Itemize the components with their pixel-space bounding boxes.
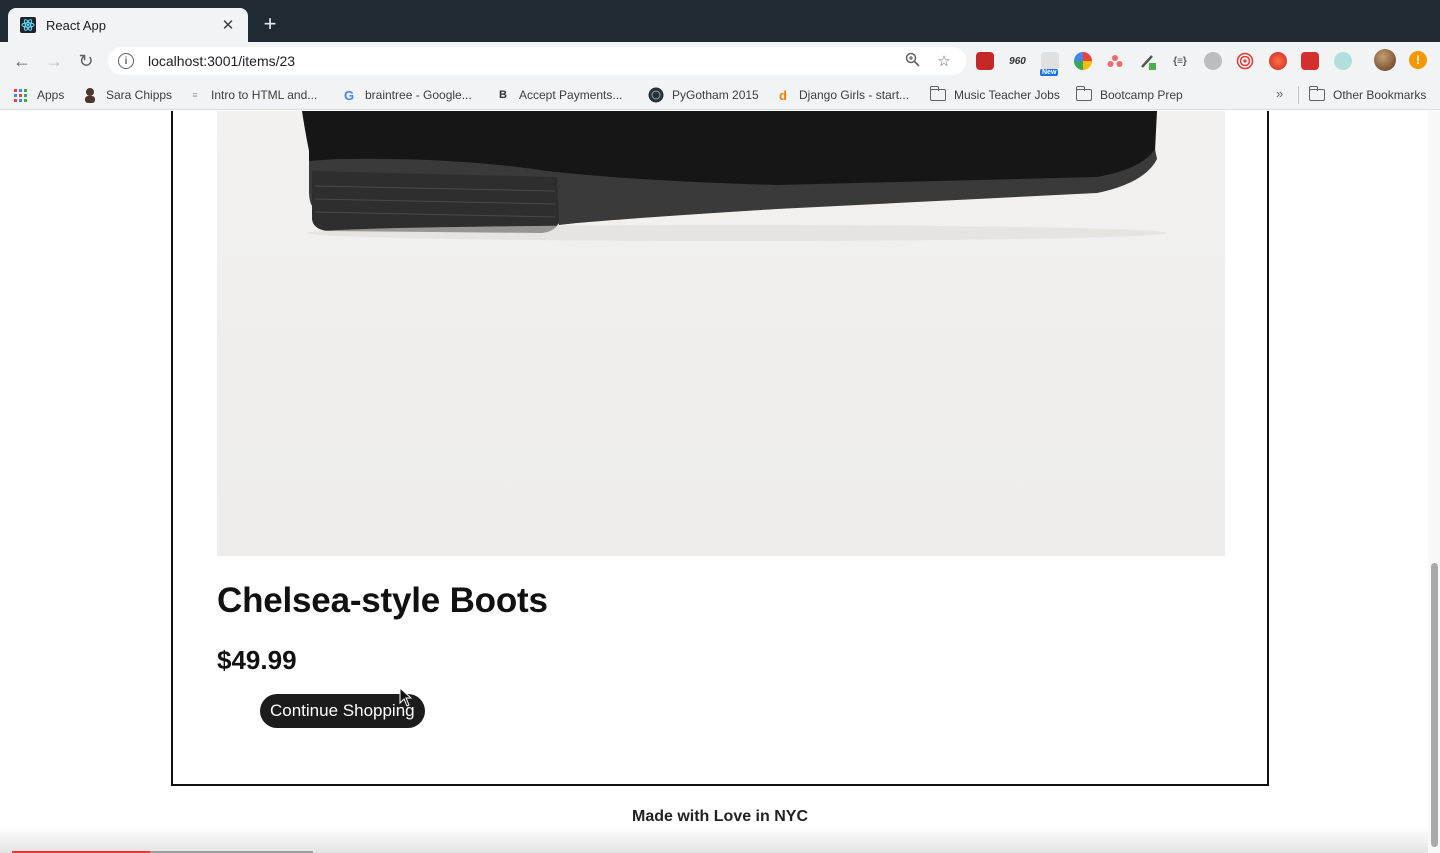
product-card: Chelsea-style Boots $49.99 Continue Shop… [171,111,1269,786]
new-badge-icon[interactable]: New [1040,52,1059,76]
site-info-icon[interactable]: i [118,53,134,69]
tab-title: React App [46,17,106,33]
bookmark-label: braintree - Google... [365,88,472,102]
react-icon [20,17,36,33]
bookmark-braintree[interactable]: G braintree - Google... [341,87,472,103]
bookmark-django-girls[interactable]: d Django Girls - start... [775,87,909,103]
bookmark-label: Sara Chipps [106,88,173,102]
pinwheel-icon[interactable] [1073,52,1092,70]
google-icon: G [343,87,355,103]
bookmark-label: Django Girls - start... [799,88,910,102]
update-alert-icon[interactable]: ! [1409,51,1427,69]
bookmarks-bar: Apps Sara Chipps ≡ Intro to HTML and... … [0,80,1440,110]
star-icon[interactable]: ☆ [932,52,956,70]
boot-image [302,111,1167,241]
bookmark-label: Bootcamp Prep [1100,88,1183,102]
fruit-icon[interactable] [1268,52,1287,70]
browser-window: React App ✕ + ← → ↻ i localhost:3001/ite… [0,0,1440,853]
cookie-icon[interactable] [1203,52,1222,70]
bookmark-bootcamp-prep[interactable]: Bootcamp Prep [1075,86,1183,103]
json-icon[interactable]: {≡} [1171,52,1189,70]
bookmark-pygotham[interactable]: PyGotham 2015 [648,87,759,103]
zoom-icon[interactable] [900,52,924,71]
new-badge-label: New [1040,69,1059,76]
bookmark-label: Accept Payments... [519,88,623,102]
b-icon: B [499,89,507,101]
url-text[interactable]: localhost:3001/items/23 [148,53,892,69]
page-icon: ≡ [192,90,198,100]
bookmark-label: Other Bookmarks [1333,88,1427,102]
close-icon[interactable]: ✕ [220,16,236,34]
product-image [217,111,1225,556]
folder-icon [929,86,946,101]
bookmark-red-icon[interactable] [976,52,994,70]
tab-strip: React App ✕ + [0,0,1440,42]
browser-toolbar: ← → ↻ i localhost:3001/items/23 ☆ 960 Ne… [0,42,1440,80]
bookmark-label: Intro to HTML and... [211,88,318,102]
person-icon [82,87,98,103]
address-bar[interactable]: i localhost:3001/items/23 ☆ [108,47,966,75]
bottom-shade [0,826,1440,853]
back-icon[interactable]: ← [6,45,38,77]
d-icon: d [779,87,787,103]
reload-icon[interactable]: ↻ [70,45,102,77]
bookmark-label: Apps [37,88,65,102]
bookmark-intro-html[interactable]: ≡ Intro to HTML and... [187,87,317,103]
tab-react-app[interactable]: React App ✕ [8,8,248,42]
profile-avatar[interactable] [1374,49,1396,71]
ghost-icon[interactable] [1333,52,1352,70]
bookmark-other[interactable]: Other Bookmarks [1308,86,1427,103]
bookmark-label: Music Teacher Jobs [954,88,1060,102]
960-icon[interactable]: 960 [1009,52,1027,70]
forward-icon[interactable]: → [38,45,70,77]
bookmark-accept-payments[interactable]: B Accept Payments... [495,87,622,103]
apps-grid-icon [14,88,27,102]
product-price: $49.99 [217,645,297,675]
bookmark-label: PyGotham 2015 [672,88,759,102]
footer-text: Made with Love in NYC [631,808,808,825]
folder-icon [1075,86,1092,101]
page-viewport: Chelsea-style Boots $49.99 Continue Shop… [0,111,1440,853]
bookmark-apps[interactable]: Apps [14,87,64,103]
product-title: Chelsea-style Boots [217,581,548,620]
bookmarks-divider [1298,86,1299,104]
folder-icon [1308,86,1325,101]
bookmark-sara-chipps[interactable]: Sara Chipps [82,87,172,103]
globe-icon [648,87,664,103]
color-picker-icon[interactable] [1139,52,1157,70]
bookmark-music-teacher-jobs[interactable]: Music Teacher Jobs [929,86,1060,103]
new-tab-button[interactable]: + [258,12,282,36]
scrollbar-thumb[interactable] [1431,563,1438,847]
target-icon[interactable] [1236,52,1254,70]
pdf-icon[interactable] [1301,52,1319,70]
asana-icon[interactable] [1106,52,1124,70]
page-scrollbar[interactable] [1428,111,1440,853]
extensions-row: 960 New {≡} [976,50,1366,76]
bookmarks-overflow-icon[interactable]: » [1276,86,1283,101]
